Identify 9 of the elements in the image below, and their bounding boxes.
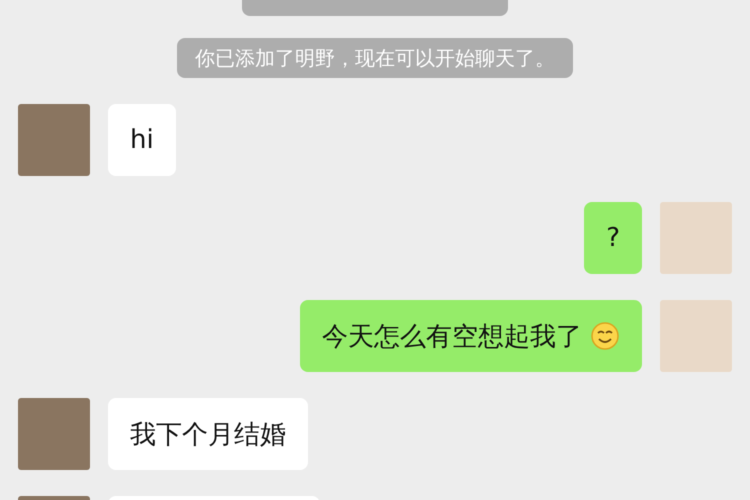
message-bubble: 我下个月结婚: [108, 398, 308, 470]
message-bubble: hi: [108, 104, 176, 176]
avatar-photo-placeholder[interactable]: [660, 300, 732, 372]
message-bubble: ?: [584, 202, 642, 274]
message-bubble: 今天怎么有空想起我了: [300, 300, 642, 372]
system-notice: 你已添加了明野，现在可以开始聊天了。: [177, 38, 573, 78]
avatar-photo-placeholder[interactable]: [18, 104, 90, 176]
avatar-photo-placeholder[interactable]: [660, 202, 732, 274]
avatar-photo-placeholder[interactable]: [18, 398, 90, 470]
